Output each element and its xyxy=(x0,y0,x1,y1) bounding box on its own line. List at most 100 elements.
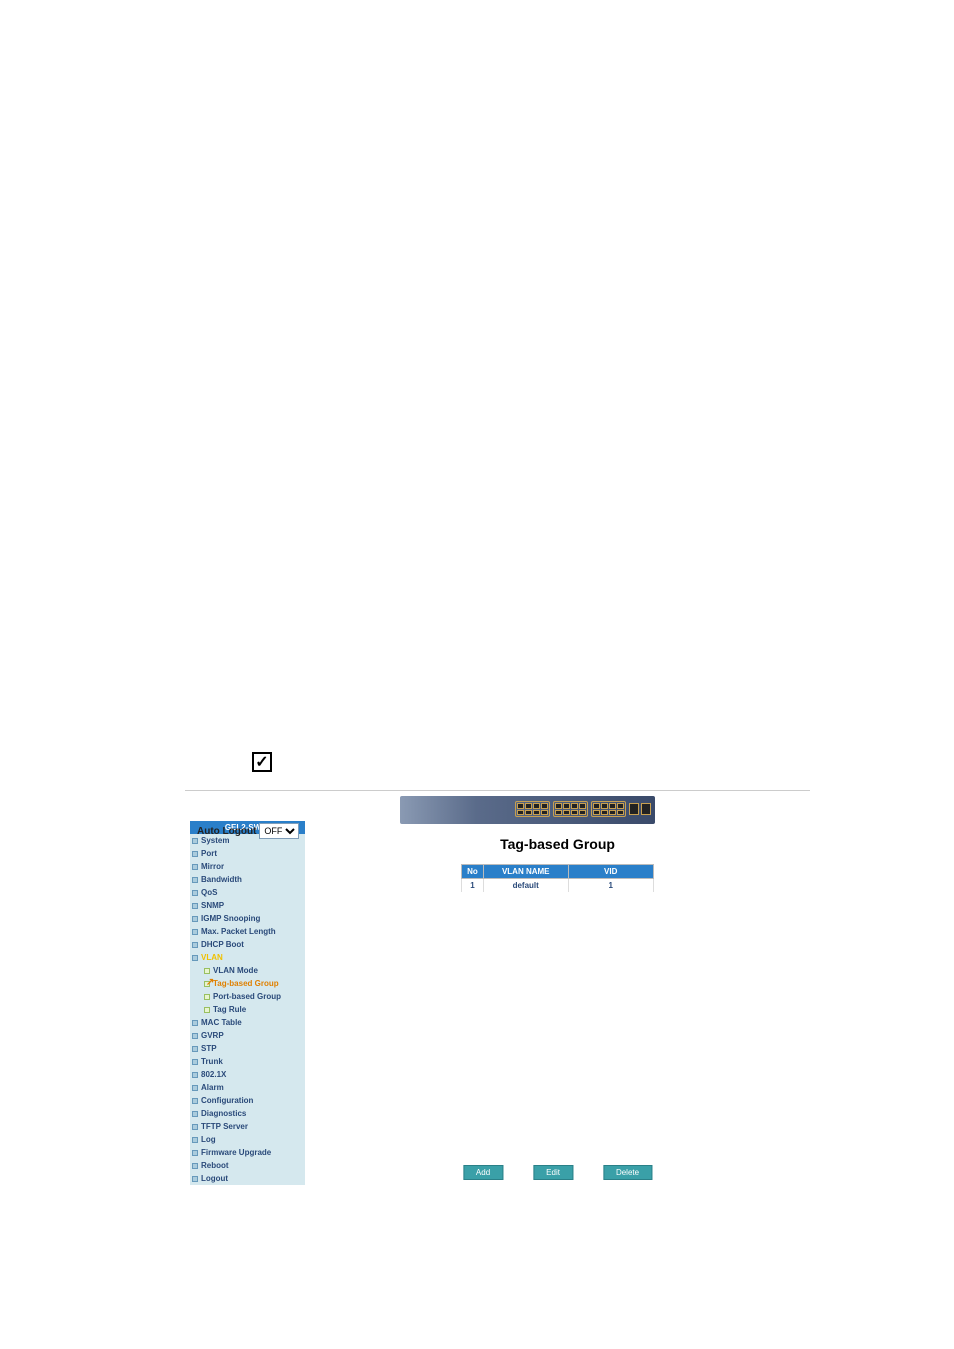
sidebar-item-label: GVRP xyxy=(201,1030,224,1041)
sidebar-item-tag-rule[interactable]: Tag Rule xyxy=(202,1003,305,1016)
bullet-icon xyxy=(192,1150,198,1156)
bullet-icon xyxy=(192,916,198,922)
action-button-row: Add Edit Delete xyxy=(463,1165,652,1180)
sidebar-item-firmware-upgrade[interactable]: Firmware Upgrade xyxy=(190,1146,305,1159)
sidebar-item-vlan-mode[interactable]: VLAN Mode xyxy=(202,964,305,977)
bullet-icon xyxy=(192,1098,198,1104)
sidebar-item-label: Bandwidth xyxy=(201,874,242,885)
col-no: No xyxy=(462,865,483,879)
sidebar-item-port-based-group[interactable]: Port-based Group xyxy=(202,990,305,1003)
sidebar-item-vlan[interactable]: VLAN xyxy=(190,951,305,964)
check-mark: ✓ xyxy=(255,752,268,772)
sidebar-item-snmp[interactable]: SNMP xyxy=(190,899,305,912)
bullet-icon xyxy=(192,1111,198,1117)
sidebar-item-mirror[interactable]: Mirror xyxy=(190,860,305,873)
sidebar-item-label: Max. Packet Length xyxy=(201,926,276,937)
table-row[interactable]: 1default1 xyxy=(462,879,653,893)
col-vid: VID xyxy=(568,865,653,879)
vlan-table: No VLAN NAME VID 1default1 xyxy=(461,864,653,892)
sfp-block[interactable] xyxy=(629,801,651,817)
bullet-icon xyxy=(192,864,198,870)
bullet-icon xyxy=(192,851,198,857)
add-button[interactable]: Add xyxy=(463,1165,503,1180)
bullet-icon xyxy=(192,955,198,961)
sidebar-item-stp[interactable]: STP xyxy=(190,1042,305,1055)
cell-vid: 1 xyxy=(568,879,653,893)
sidebar-item-mac-table[interactable]: MAC Table xyxy=(190,1016,305,1029)
bullet-icon xyxy=(192,1033,198,1039)
port-block-1[interactable] xyxy=(515,801,550,817)
sidebar-item-qos[interactable]: QoS xyxy=(190,886,305,899)
sidebar-item-configuration[interactable]: Configuration xyxy=(190,1094,305,1107)
bullet-icon xyxy=(192,1059,198,1065)
sidebar-submenu: VLAN ModeTag-based Group↖Port-based Grou… xyxy=(190,964,305,1016)
auto-logout-control: Auto Logout OFF xyxy=(197,823,299,839)
content-row: GEL2-SW24 SystemPortMirrorBandwidthQoSSN… xyxy=(185,821,810,1185)
sidebar-item-label: MAC Table xyxy=(201,1017,242,1028)
sidebar-item-label: Port xyxy=(201,848,217,859)
sidebar-item-label: Logout xyxy=(201,1173,228,1184)
sidebar-item-label: Firmware Upgrade xyxy=(201,1147,271,1158)
sidebar: GEL2-SW24 SystemPortMirrorBandwidthQoSSN… xyxy=(190,821,305,1185)
table-header-row: No VLAN NAME VID xyxy=(462,865,653,879)
main-panel: Tag-based Group No VLAN NAME VID 1defaul… xyxy=(305,821,810,1185)
sidebar-item-tftp-server[interactable]: TFTP Server xyxy=(190,1120,305,1133)
port-panel xyxy=(515,801,651,817)
bullet-icon xyxy=(204,968,210,974)
cell-name: default xyxy=(483,879,568,893)
sidebar-item-label: Tag-based Group xyxy=(213,978,279,989)
sidebar-item-label: Alarm xyxy=(201,1082,224,1093)
switch-device-graphic xyxy=(400,796,655,824)
bullet-icon xyxy=(192,1046,198,1052)
cursor-icon: ↖ xyxy=(206,977,214,988)
sidebar-item-logout[interactable]: Logout xyxy=(190,1172,305,1185)
sidebar-item-label: Configuration xyxy=(201,1095,253,1106)
page-title: Tag-based Group xyxy=(320,836,795,852)
sidebar-item-label: Reboot xyxy=(201,1160,229,1171)
bullet-icon xyxy=(192,942,198,948)
bullet-icon xyxy=(204,994,210,1000)
sidebar-item-diagnostics[interactable]: Diagnostics xyxy=(190,1107,305,1120)
sidebar-item-label: Tag Rule xyxy=(213,1004,246,1015)
sidebar-item-trunk[interactable]: Trunk xyxy=(190,1055,305,1068)
sidebar-item-label: IGMP Snooping xyxy=(201,913,260,924)
auto-logout-label: Auto Logout xyxy=(197,826,256,837)
sidebar-item-alarm[interactable]: Alarm xyxy=(190,1081,305,1094)
bullet-icon xyxy=(192,890,198,896)
col-name: VLAN NAME xyxy=(483,865,568,879)
bullet-icon xyxy=(204,1007,210,1013)
sidebar-item-label: Mirror xyxy=(201,861,224,872)
bullet-icon xyxy=(192,1176,198,1182)
sidebar-item-log[interactable]: Log xyxy=(190,1133,305,1146)
delete-button[interactable]: Delete xyxy=(603,1165,652,1180)
bullet-icon xyxy=(192,877,198,883)
port-block-3[interactable] xyxy=(591,801,626,817)
sidebar-list: SystemPortMirrorBandwidthQoSSNMPIGMP Sno… xyxy=(190,834,305,1185)
sidebar-item-label: STP xyxy=(201,1043,217,1054)
bullet-icon xyxy=(192,1085,198,1091)
bullet-icon xyxy=(192,1124,198,1130)
bullet-icon xyxy=(192,903,198,909)
port-block-2[interactable] xyxy=(553,801,588,817)
sidebar-item-label: DHCP Boot xyxy=(201,939,244,950)
sidebar-item-label: QoS xyxy=(201,887,217,898)
sidebar-item-bandwidth[interactable]: Bandwidth xyxy=(190,873,305,886)
sidebar-item-tag-based-group[interactable]: Tag-based Group↖ xyxy=(202,977,305,990)
auto-logout-select[interactable]: OFF xyxy=(259,823,299,839)
sidebar-item-label: VLAN xyxy=(201,952,223,963)
bullet-icon xyxy=(192,1020,198,1026)
sidebar-item-label: Trunk xyxy=(201,1056,223,1067)
sidebar-item-label: SNMP xyxy=(201,900,224,911)
switch-admin-ui: Auto Logout OFF xyxy=(185,790,810,1140)
sidebar-item-igmp-snooping[interactable]: IGMP Snooping xyxy=(190,912,305,925)
sidebar-item-dhcp-boot[interactable]: DHCP Boot xyxy=(190,938,305,951)
checkbox-symbol: ✓ xyxy=(252,752,272,772)
bullet-icon xyxy=(192,1137,198,1143)
edit-button[interactable]: Edit xyxy=(533,1165,573,1180)
sidebar-item-label: Port-based Group xyxy=(213,991,281,1002)
sidebar-item-802-1x[interactable]: 802.1X xyxy=(190,1068,305,1081)
sidebar-item-port[interactable]: Port xyxy=(190,847,305,860)
sidebar-item-reboot[interactable]: Reboot xyxy=(190,1159,305,1172)
sidebar-item-gvrp[interactable]: GVRP xyxy=(190,1029,305,1042)
sidebar-item-max-packet-length[interactable]: Max. Packet Length xyxy=(190,925,305,938)
